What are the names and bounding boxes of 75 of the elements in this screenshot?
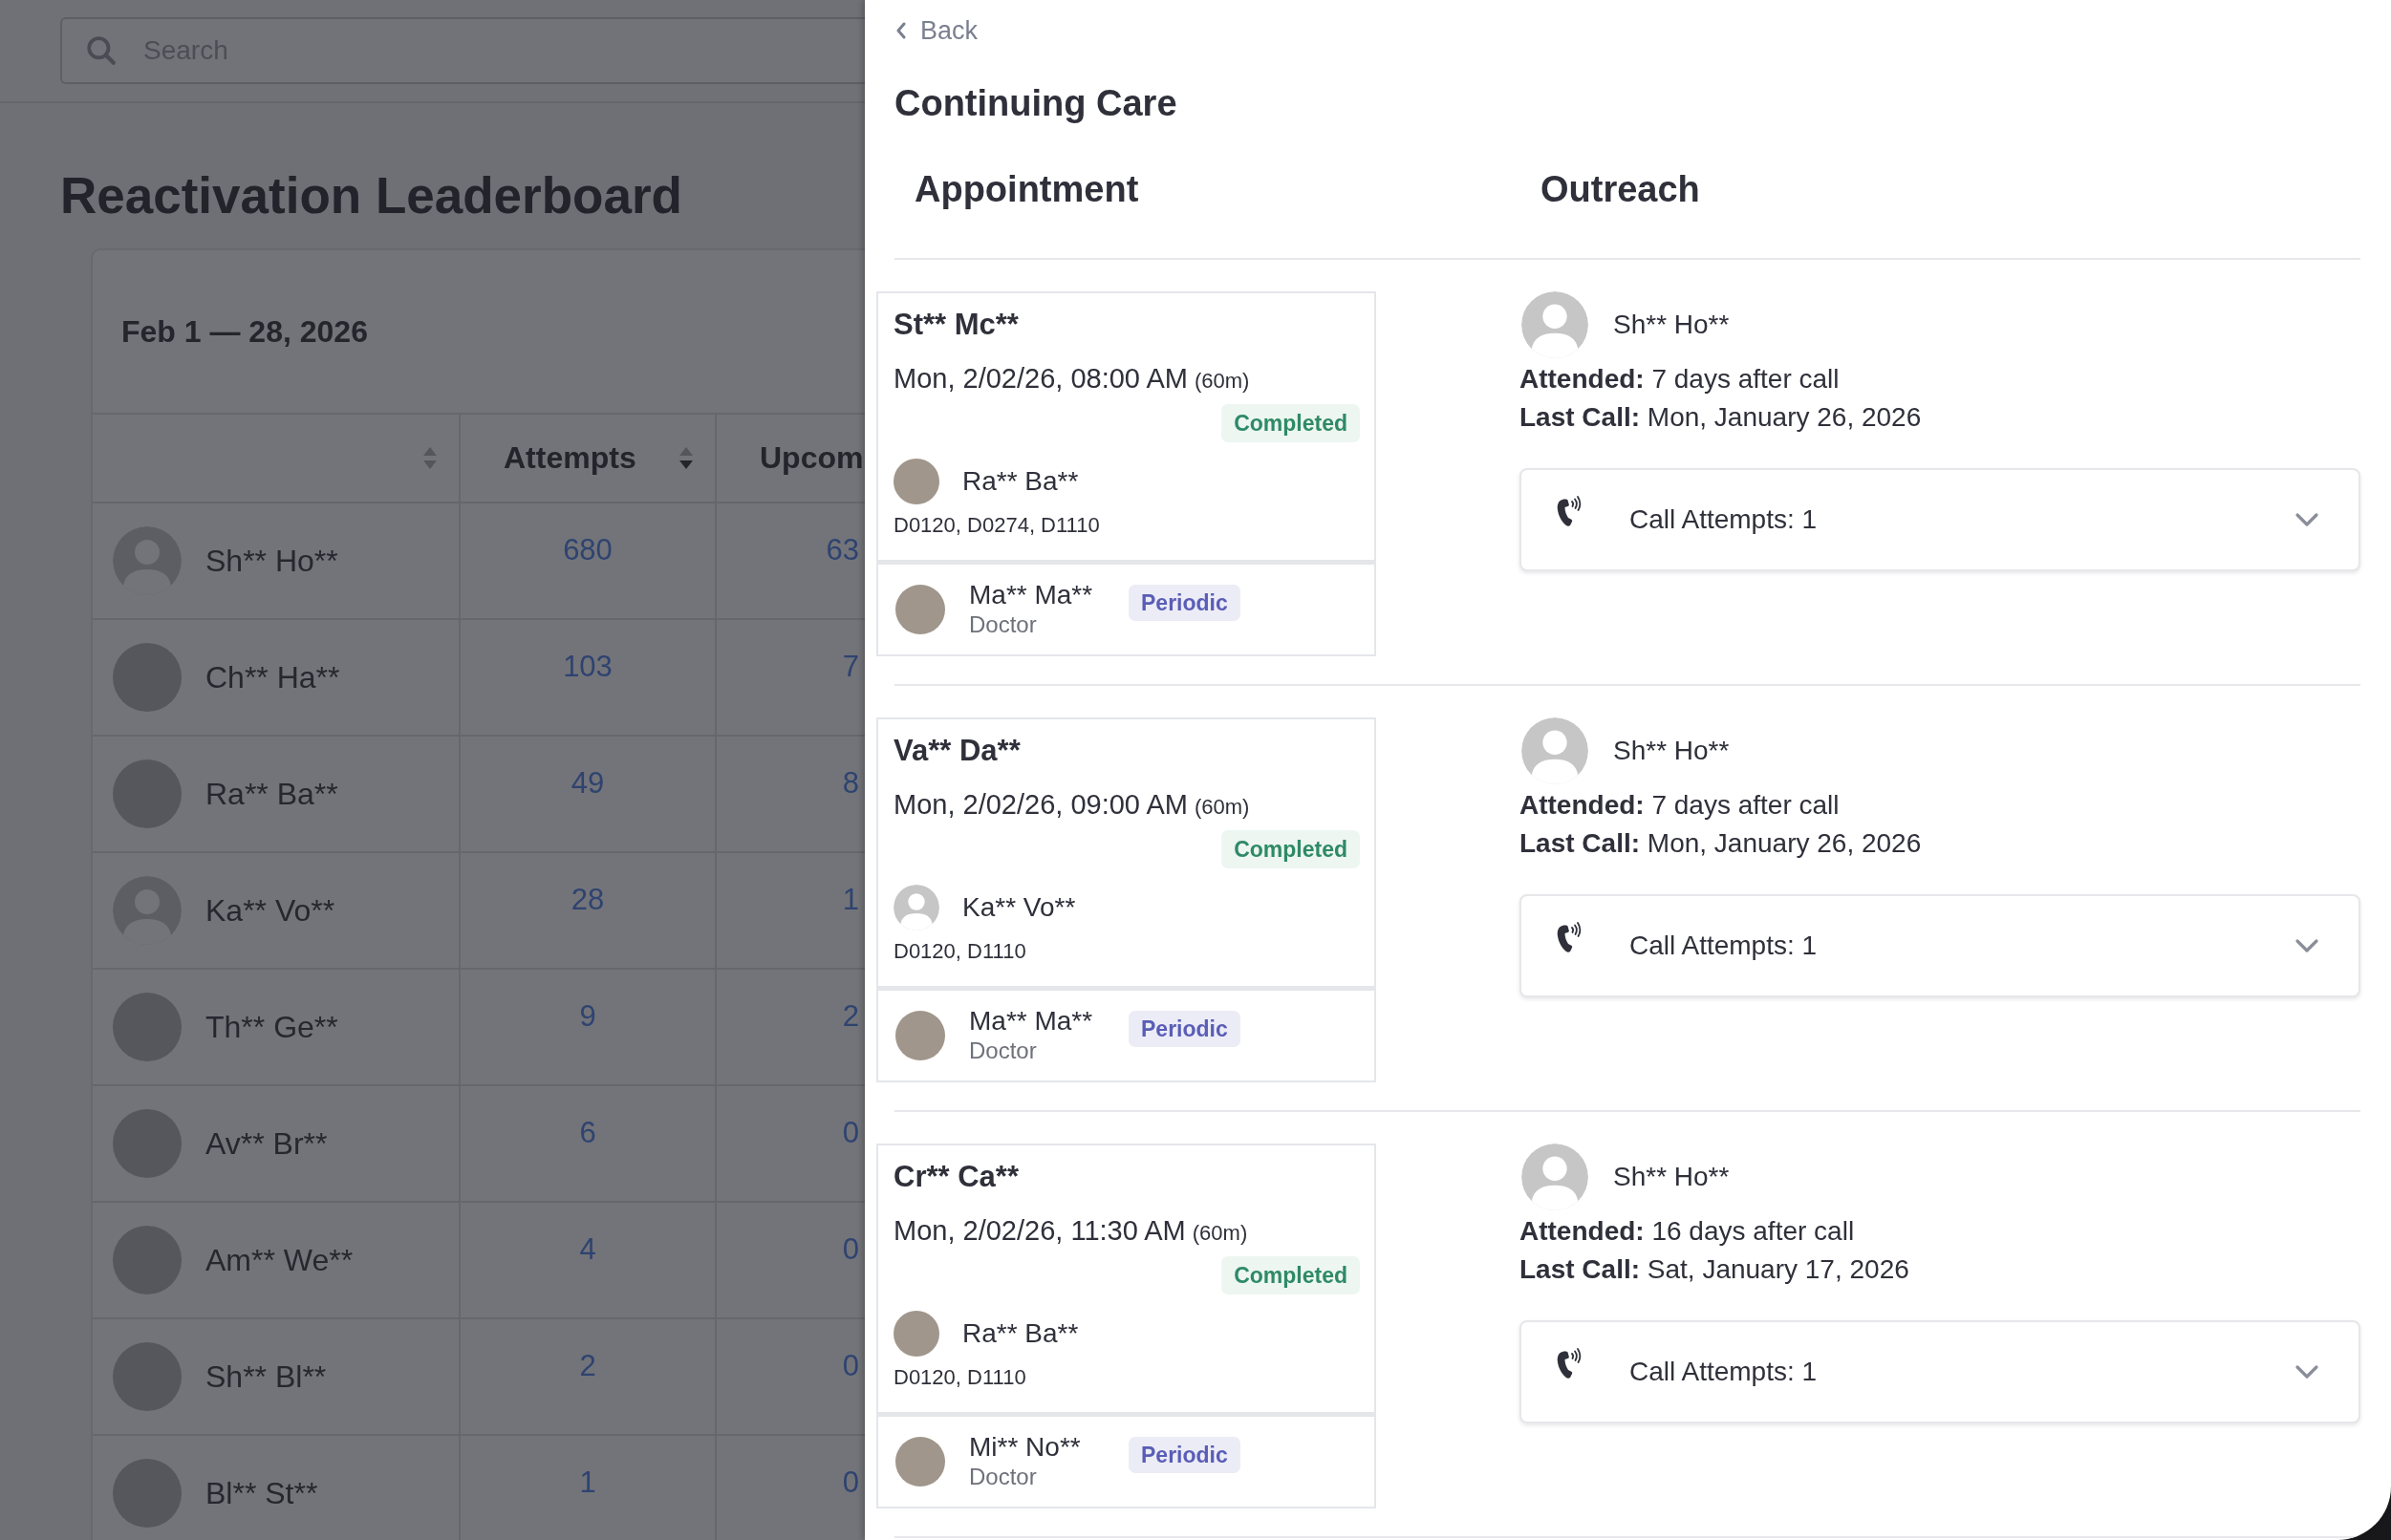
- staff-name: Sh** Bl**: [205, 1358, 327, 1395]
- appointment-duration: (60m): [1192, 1220, 1248, 1247]
- call-attempts-toggle[interactable]: Call Attempts: 1: [1519, 1320, 2360, 1423]
- appointment-type-badge: Periodic: [1129, 1011, 1240, 1047]
- appointment-time: Mon, 2/02/26, 11:30 AM: [894, 1214, 1186, 1247]
- attempts-count: 9: [579, 999, 596, 1033]
- appointment-type-badge: Periodic: [1129, 1437, 1240, 1473]
- doctor-role: Doctor: [969, 1037, 1037, 1065]
- chevron-left-icon: [895, 22, 907, 39]
- status-badge: Completed: [1221, 1256, 1360, 1294]
- patient-name: St** Mc**: [894, 307, 1019, 343]
- back-button[interactable]: Back: [895, 14, 979, 47]
- status-badge: Completed: [1221, 404, 1360, 442]
- column-3-value: 8: [842, 766, 859, 800]
- staff-name: Ka** Vo**: [205, 892, 335, 929]
- column-3-value: 63: [826, 533, 859, 567]
- attempts-count: 1: [579, 1465, 596, 1499]
- attempts-count: 4: [579, 1232, 596, 1266]
- column-3-value: 2: [842, 999, 859, 1033]
- provider-name: Ra** Ba**: [962, 466, 1079, 497]
- column-3-value: 7: [842, 650, 859, 683]
- staff-name: Av** Br**: [205, 1125, 328, 1162]
- caller-name: Sh** Ho**: [1613, 1162, 1730, 1192]
- column-heading: Outreach: [1540, 168, 1700, 211]
- attempts-count: 680: [563, 533, 613, 567]
- appointment-time: Mon, 2/02/26, 08:00 AM: [894, 362, 1188, 395]
- staff-name: Bl** St**: [205, 1475, 318, 1511]
- last-call-info: Last Call: Mon, January 26, 2026: [1519, 827, 1922, 860]
- column-3-value: 1: [842, 883, 859, 916]
- status-badge: Completed: [1221, 830, 1360, 868]
- procedure-codes: D0120, D1110: [894, 1364, 1026, 1391]
- last-call-info: Last Call: Mon, January 26, 2026: [1519, 401, 1922, 434]
- column-heading: Appointment: [915, 168, 1139, 211]
- procedure-codes: D0120, D0274, D1110: [894, 512, 1100, 539]
- page-title: Reactivation Leaderboard: [60, 166, 682, 225]
- patient-name: Va** Da**: [894, 733, 1021, 769]
- attempts-count: 2: [579, 1349, 596, 1382]
- attended-info: Attended: 7 days after call: [1519, 363, 1840, 396]
- doctor-name: Ma** Ma**: [969, 1006, 1093, 1037]
- procedure-codes: D0120, D1110: [894, 938, 1026, 965]
- staff-name: Th** Ge**: [205, 1009, 338, 1045]
- call-attempts-toggle[interactable]: Call Attempts: 1: [1519, 894, 2360, 997]
- appointment-type-badge: Periodic: [1129, 585, 1240, 621]
- attempts-count: 103: [563, 650, 613, 683]
- attempts-count: 28: [571, 883, 605, 916]
- doctor-role: Doctor: [969, 1463, 1037, 1491]
- search-icon: [86, 35, 117, 66]
- appointment-time: Mon, 2/02/26, 09:00 AM: [894, 788, 1188, 821]
- caller-name: Sh** Ho**: [1613, 736, 1730, 766]
- doctor-role: Doctor: [969, 610, 1037, 639]
- date-range: Feb 1 — 28, 2026: [121, 313, 368, 350]
- column-3-value: 0: [842, 1349, 859, 1382]
- staff-name: Sh** Ho**: [205, 543, 338, 579]
- attended-info: Attended: 7 days after call: [1519, 789, 1840, 822]
- attempts-count: 49: [571, 766, 605, 800]
- staff-name: Ch** Ha**: [205, 659, 340, 695]
- attempts-count: 6: [579, 1116, 596, 1149]
- column-3-value: 0: [842, 1116, 859, 1149]
- provider-name: Ka** Vo**: [962, 892, 1076, 923]
- appointment-duration: (60m): [1194, 368, 1250, 395]
- staff-name: Am** We**: [205, 1242, 354, 1278]
- provider-name: Ra** Ba**: [962, 1318, 1079, 1349]
- call-attempts-toggle[interactable]: Call Attempts: 1: [1519, 468, 2360, 571]
- caller-name: Sh** Ho**: [1613, 310, 1730, 340]
- column-3-value: 0: [842, 1465, 859, 1499]
- last-call-info: Last Call: Sat, January 17, 2026: [1519, 1253, 1909, 1286]
- doctor-name: Ma** Ma**: [969, 580, 1093, 610]
- appointment-duration: (60m): [1194, 794, 1250, 821]
- patient-name: Cr** Ca**: [894, 1159, 1019, 1195]
- attended-info: Attended: 16 days after call: [1519, 1215, 1855, 1248]
- staff-name: Ra** Ba**: [205, 776, 338, 812]
- column-3-value: 0: [842, 1232, 859, 1266]
- sort-icon[interactable]: [422, 445, 438, 471]
- panel-title: Continuing Care: [894, 82, 1177, 125]
- doctor-name: Mi** No**: [969, 1432, 1081, 1463]
